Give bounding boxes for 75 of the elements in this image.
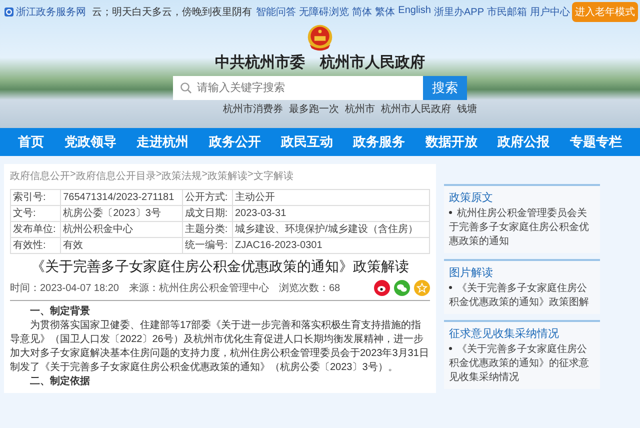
star-icon[interactable] [414, 280, 430, 296]
panel-title: 政策原文 [449, 190, 494, 205]
site-link[interactable]: 浙江政务服务网 [4, 5, 86, 19]
logo-icon [4, 7, 14, 17]
emblem-icon [306, 24, 334, 52]
table-cell: 文号: [10, 206, 61, 222]
article-meta: 浏览次数：68 [278, 282, 340, 295]
panel-title: 图片解读 [449, 266, 494, 280]
top-link[interactable]: 用户中心 [530, 5, 570, 19]
top-link[interactable]: 无障碍浏览 [299, 5, 350, 19]
nav-item[interactable]: 政务公开 [208, 133, 261, 151]
table-cell: 杭州公积金中心 [60, 222, 182, 238]
hot-word-link[interactable]: 杭州市消费券 [223, 102, 283, 116]
nav-item[interactable]: 政民互动 [280, 133, 333, 151]
breadcrumb-link[interactable]: 文字解读 [253, 169, 294, 183]
nav-item[interactable]: 走进杭州 [136, 133, 189, 151]
hot-word-link[interactable]: 杭州市 [345, 102, 375, 116]
breadcrumb-separator: > [202, 169, 208, 180]
site-name: 浙江政务服务网 [16, 6, 86, 19]
table-cell: 索引号: [10, 190, 61, 206]
breadcrumb-separator: > [156, 169, 162, 180]
sidebar-link[interactable]: 《关于完善多子女家庭住房公积金优惠政策的通知》政策图解 [449, 282, 595, 310]
sidebar-link[interactable]: 《关于完善多子女家庭住房公积金优惠政策的通知》的征求意见收集采纳情况 [449, 343, 595, 385]
nav-item[interactable]: 专题专栏 [570, 133, 622, 151]
site-title: 中共杭州市委 杭州市人民政府 [215, 53, 425, 72]
breadcrumb-separator: > [70, 169, 76, 182]
article-meta: 来源：杭州住房公积金管理中心 [128, 282, 269, 295]
breadcrumb-link[interactable]: 政府信息公开 [10, 169, 70, 183]
panel-title: 征求意见收集采纳情况 [449, 327, 560, 341]
hot-word-link[interactable]: 最多跑一次 [289, 102, 339, 116]
hot-word-link[interactable]: 杭州市人民政府 [381, 102, 451, 116]
search-icon [180, 82, 192, 94]
weibo-icon[interactable] [374, 280, 390, 296]
breadcrumb-link[interactable]: 政策解读 [208, 169, 248, 183]
paragraph: 为贯彻落实国家卫健委、住建部等17部委《关于进一步完善和落实积极生育支持措施的指导意见》（国卫人口发〔2022〕26号）及杭州市优化生育促进人口长期均衡发展精神，进一步加大对多子女家庭解决基本住房问题的支持力度，杭州住房公积金管理委员会于2023年3月31日制发了《关于完善多子女家庭住房公积金优惠政策的通知》（杭房公委〔2023〕3号）。 [10, 319, 430, 375]
nav-item[interactable]: 政府公报 [498, 133, 550, 151]
table-cell: 有效性: [10, 238, 61, 254]
breadcrumb-separator: > [248, 169, 254, 182]
wechat-icon[interactable] [394, 280, 410, 296]
table-cell: ZJAC16-2023-0301 [232, 238, 430, 254]
article-title: 《关于完善多子女家庭住房公积金优惠政策的通知》政策解读 [30, 258, 410, 276]
table-cell: 发布单位: [10, 222, 61, 238]
table-cell: 2023-03-31 [232, 206, 430, 222]
table-cell: 主动公开 [232, 190, 430, 206]
top-link[interactable]: 繁体 [375, 5, 396, 19]
section-heading: 二、制定依据 [29, 375, 91, 389]
nav-item[interactable]: 数据开放 [425, 133, 478, 151]
table-cell: 杭房公委〔2023〕3号 [60, 206, 182, 222]
bullet-icon [449, 286, 452, 289]
top-link[interactable]: 市民邮箱 [487, 5, 527, 19]
table-cell: 成文日期: [182, 206, 232, 222]
weather-ticker: 云；明天白天多云，傍晚到夜里阴有 [92, 6, 252, 19]
table-cell: 765471314/2023-271181 [60, 190, 182, 206]
article-meta: 时间：2023-04-07 18:20 [10, 282, 119, 295]
breadcrumb-link[interactable]: 政策法规 [162, 169, 202, 183]
nav-item[interactable]: 党政领导 [64, 133, 116, 151]
top-link[interactable]: English [398, 5, 431, 19]
table-cell: 有效 [60, 238, 182, 254]
table-cell: 城乡建设、环境保护/城乡建设（含住房） [232, 222, 430, 238]
nav-item[interactable]: 政务服务 [353, 133, 406, 151]
top-link[interactable]: 简体 [352, 5, 372, 19]
nav-item[interactable]: 首页 [18, 133, 44, 151]
sidebar-link[interactable]: 杭州住房公积金管理委员会关于完善多子女家庭住房公积金优惠政策的通知 [449, 207, 595, 249]
table-cell: 公开方式: [182, 190, 232, 206]
section-heading: 一、制定背景 [29, 305, 91, 319]
search-field[interactable]: 请输入关键字搜索 [173, 76, 423, 100]
table-cell: 统一编号: [182, 238, 232, 254]
top-link[interactable]: 智能问答 [256, 5, 296, 19]
hot-word-link[interactable]: 钱塘 [457, 102, 477, 116]
breadcrumb-link[interactable]: 政府信息公开目录 [76, 169, 156, 183]
bullet-icon [449, 210, 452, 214]
search-button[interactable]: 搜索 [423, 76, 467, 100]
bullet-icon [449, 346, 452, 350]
top-link[interactable]: 浙里办APP [434, 5, 484, 19]
table-cell: 主题分类: [182, 222, 232, 238]
